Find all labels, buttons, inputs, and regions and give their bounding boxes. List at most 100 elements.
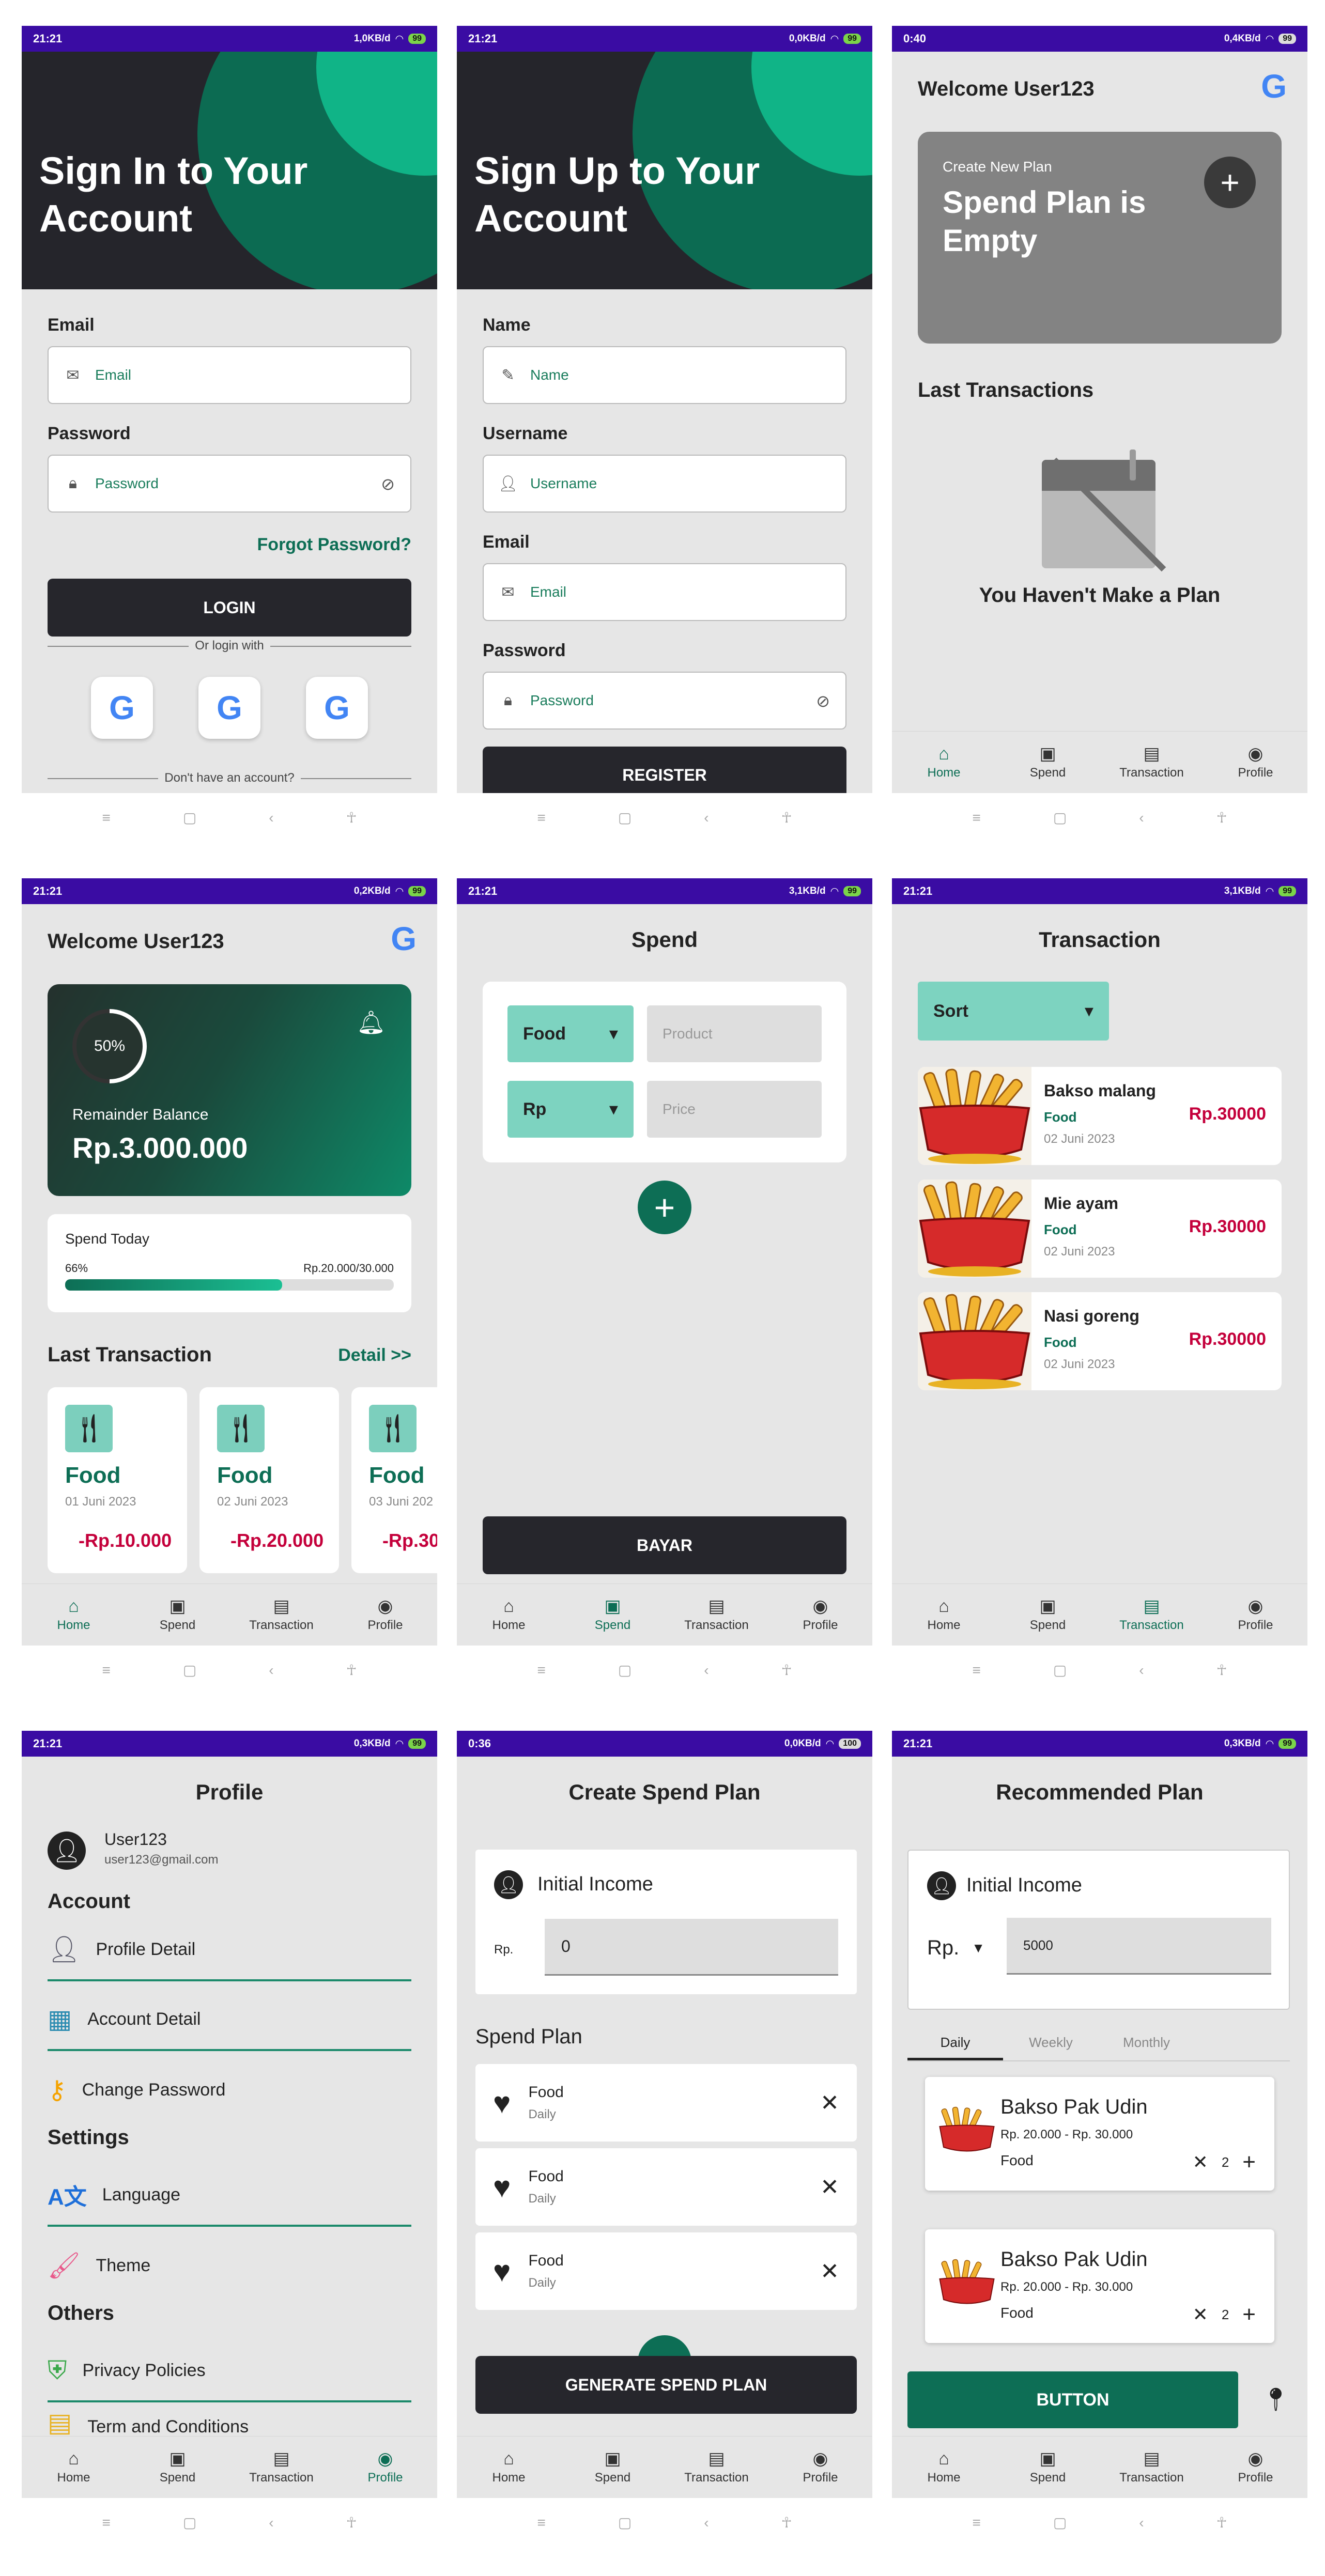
nav-spend[interactable]: ▣ Spend <box>136 2450 219 2485</box>
plus-icon[interactable]: + <box>1242 2302 1256 2327</box>
nav-profile[interactable]: ◉ Profile <box>1214 745 1297 780</box>
back-icon[interactable]: ‹ <box>269 810 273 826</box>
home-square-icon[interactable]: ▢ <box>183 2514 196 2531</box>
recommended-item[interactable]: Bakso Pak Udin Rp. 20.000 - Rp. 30.000 F… <box>925 2229 1274 2343</box>
close-icon[interactable]: ✕ <box>820 2090 839 2116</box>
tab-monthly[interactable]: Monthly <box>1099 2025 1194 2060</box>
income-input[interactable]: 5000 <box>1007 1918 1271 1975</box>
income-input[interactable]: 0 <box>545 1919 838 1976</box>
name-field[interactable]: ✎ Name <box>483 346 846 404</box>
home-square-icon[interactable]: ▢ <box>618 2514 631 2531</box>
nav-profile[interactable]: ◉ Profile <box>344 1597 427 1633</box>
eye-off-icon[interactable]: ⊘ <box>816 691 830 711</box>
home-square-icon[interactable]: ▢ <box>618 809 631 826</box>
nav-home[interactable]: ⌂ Home <box>468 2450 550 2485</box>
google-icon[interactable]: G <box>1261 67 1287 105</box>
google-icon[interactable]: G <box>391 920 417 958</box>
nav-transaction[interactable]: ▤ Transaction <box>675 1597 758 1633</box>
nav-spend[interactable]: ▣ Spend <box>572 2450 654 2485</box>
recommended-item[interactable]: Bakso Pak Udin Rp. 20.000 - Rp. 30.000 F… <box>925 2077 1274 2191</box>
google-login-button[interactable]: G <box>306 677 368 739</box>
menu-icon[interactable]: ≡ <box>102 2515 110 2531</box>
currency-dropdown[interactable]: Rp. ▼ <box>927 1936 985 1960</box>
back-icon[interactable]: ‹ <box>269 2515 273 2531</box>
back-icon[interactable]: ‹ <box>1139 1662 1144 1679</box>
back-icon[interactable]: ‹ <box>1139 810 1144 826</box>
transaction-row[interactable]: Bakso malang Food 02 Juni 2023 Rp.30000 <box>918 1067 1282 1165</box>
back-icon[interactable]: ‹ <box>704 2515 708 2531</box>
nav-transaction[interactable]: ▤ Transaction <box>1111 1597 1193 1633</box>
spend-plan-item[interactable]: ♥ Food Daily ✕ <box>475 2064 857 2142</box>
home-square-icon[interactable]: ▢ <box>1053 809 1067 826</box>
email-field[interactable]: ✉ Email <box>483 563 846 621</box>
username-field[interactable]: 👤︎ Username <box>483 455 846 513</box>
nav-home[interactable]: ⌂ Home <box>903 745 985 780</box>
theme-item[interactable]: 🖌︎ Theme <box>48 2234 411 2296</box>
menu-icon[interactable]: ≡ <box>972 2515 980 2531</box>
eye-off-icon[interactable]: ⊘ <box>381 474 395 494</box>
nav-home[interactable]: ⌂ Home <box>33 2450 115 2485</box>
forgot-password-link[interactable]: Forgot Password? <box>257 535 411 555</box>
currency-dropdown[interactable]: Rp ▾ <box>507 1081 634 1138</box>
nav-home[interactable]: ⌂ Home <box>468 1597 550 1633</box>
nav-profile[interactable]: ◉ Profile <box>1214 1597 1297 1633</box>
accessibility-icon[interactable]: ☥ <box>781 1662 792 1679</box>
accessibility-icon[interactable]: ☥ <box>781 2514 792 2531</box>
accessibility-icon[interactable]: ☥ <box>346 809 357 826</box>
home-square-icon[interactable]: ▢ <box>183 1662 196 1679</box>
terms-item[interactable]: ▤ Term and Conditions <box>48 2408 411 2436</box>
google-login-button[interactable]: G <box>91 677 153 739</box>
nav-profile[interactable]: ◉ Profile <box>344 2450 427 2485</box>
add-item-button[interactable]: + <box>638 1181 691 1234</box>
nav-spend[interactable]: ▣ Spend <box>1007 1597 1089 1633</box>
product-input[interactable]: Product <box>647 1005 822 1062</box>
menu-icon[interactable]: ≡ <box>537 2515 545 2531</box>
close-icon[interactable]: ✕ <box>820 2174 839 2200</box>
tab-weekly[interactable]: Weekly <box>1003 2025 1099 2060</box>
profile-detail-item[interactable]: 👤︎ Profile Detail <box>48 1919 411 1981</box>
nav-profile[interactable]: ◉ Profile <box>779 1597 862 1633</box>
nav-transaction[interactable]: ▤ Transaction <box>1111 2450 1193 2485</box>
nav-profile[interactable]: ◉ Profile <box>1214 2450 1297 2485</box>
transaction-carousel[interactable]: 🍴︎ Food 01 Juni 2023 -Rp.10.000 🍴︎ Food … <box>48 1387 437 1573</box>
password-field[interactable]: 🔒︎ Password ⊘ <box>48 455 411 513</box>
accessibility-icon[interactable]: ☥ <box>1216 809 1227 826</box>
menu-icon[interactable]: ≡ <box>102 1662 110 1679</box>
add-plan-button[interactable]: + <box>1204 157 1256 208</box>
nav-home[interactable]: ⌂ Home <box>33 1597 115 1633</box>
accessibility-icon[interactable]: ☥ <box>346 2514 357 2531</box>
avatar[interactable]: 👤︎ <box>48 1832 86 1870</box>
spend-plan-item[interactable]: ♥ Food Daily ✕ <box>475 2232 857 2310</box>
nav-home[interactable]: ⌂ Home <box>903 1597 985 1633</box>
location-pin-icon[interactable]: 📍︎ <box>1261 2386 1290 2413</box>
home-square-icon[interactable]: ▢ <box>1053 2514 1067 2531</box>
accessibility-icon[interactable]: ☥ <box>1216 2514 1227 2531</box>
back-icon[interactable]: ‹ <box>1139 2515 1144 2531</box>
nav-spend[interactable]: ▣ Spend <box>136 1597 219 1633</box>
nav-transaction[interactable]: ▤ Transaction <box>240 1597 323 1633</box>
nav-spend[interactable]: ▣ Spend <box>1007 745 1089 780</box>
close-icon[interactable]: ✕ <box>1193 2151 1208 2173</box>
back-icon[interactable]: ‹ <box>704 1662 708 1679</box>
bayar-button[interactable]: BAYAR <box>483 1516 846 1574</box>
privacy-policies-item[interactable]: ⛨ Privacy Policies <box>48 2340 411 2402</box>
nav-transaction[interactable]: ▤ Transaction <box>675 2450 758 2485</box>
bell-icon[interactable]: 🔔︎ <box>357 1009 386 1036</box>
tab-daily[interactable]: Daily <box>907 2025 1003 2060</box>
home-square-icon[interactable]: ▢ <box>183 809 196 826</box>
back-icon[interactable]: ‹ <box>269 1662 273 1679</box>
transaction-card[interactable]: 🍴︎ Food 03 Juni 202 -Rp.30 <box>351 1387 437 1573</box>
price-input[interactable]: Price <box>647 1081 822 1138</box>
menu-icon[interactable]: ≡ <box>102 810 110 826</box>
close-icon[interactable]: ✕ <box>1193 2304 1208 2325</box>
accessibility-icon[interactable]: ☥ <box>346 1662 357 1679</box>
sort-dropdown[interactable]: Sort ▾ <box>918 982 1109 1041</box>
close-icon[interactable]: ✕ <box>820 2258 839 2285</box>
nav-profile[interactable]: ◉ Profile <box>779 2450 862 2485</box>
transaction-card[interactable]: 🍴︎ Food 02 Juni 2023 -Rp.20.000 <box>199 1387 339 1573</box>
login-button[interactable]: LOGIN <box>48 579 411 637</box>
email-field[interactable]: ✉ Email <box>48 346 411 404</box>
action-button[interactable]: BUTTON <box>907 2371 1238 2428</box>
nav-transaction[interactable]: ▤ Transaction <box>1111 745 1193 780</box>
home-square-icon[interactable]: ▢ <box>618 1662 631 1679</box>
